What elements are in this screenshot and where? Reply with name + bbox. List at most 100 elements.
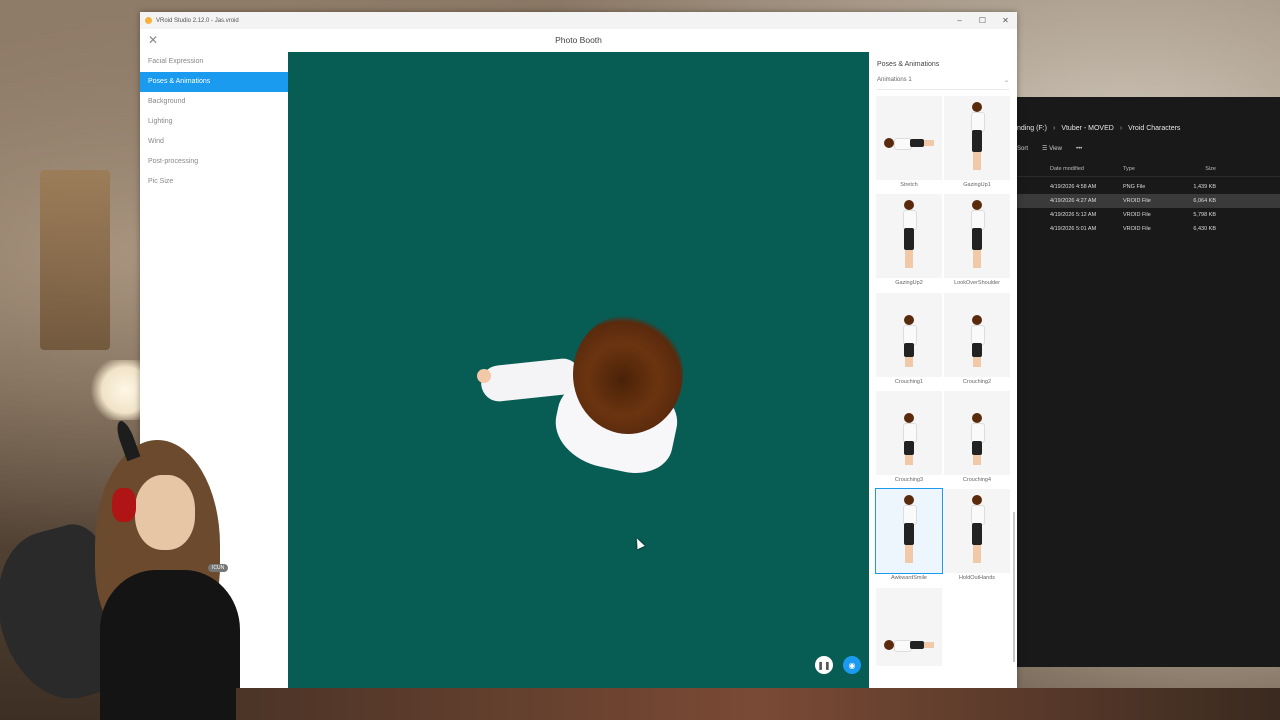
animation-tile-stretch[interactable]: Stretch [876, 96, 942, 188]
pose-figure [901, 413, 917, 465]
panel-scrollbar[interactable] [1013, 512, 1015, 662]
sidebar-item-facial-expression[interactable]: Facial Expression [140, 52, 288, 72]
view-button[interactable]: ☰ View [1042, 145, 1062, 152]
dropdown-value: Animations 1 [877, 77, 912, 83]
vtuber-avatar-overlay: ICUN [0, 418, 240, 720]
column-type[interactable]: Type [1123, 166, 1183, 172]
character-model[interactable] [477, 314, 691, 481]
pose-figure [901, 315, 917, 367]
sidebar-item-post-processing[interactable]: Post-processing [140, 152, 288, 172]
file-size: 1,439 KB [1193, 184, 1216, 190]
animation-label: GazingUp2 [895, 280, 923, 286]
character-hand [477, 369, 491, 383]
avatar-badge: ICUN [208, 564, 229, 572]
file-row[interactable]: 4/19/2026 5:12 AM VROID File 5,798 KB [1017, 208, 1280, 222]
pose-figure [969, 315, 985, 367]
animation-thumbnail [944, 194, 1010, 278]
avatar-headset [112, 488, 136, 522]
animation-thumbnail [944, 391, 1010, 475]
animation-tile-crouching3[interactable]: Crouching3 [876, 391, 942, 483]
explorer-breadcrumb[interactable]: nding (F:) › Vtuber - MOVED › Vroid Char… [1017, 121, 1180, 135]
app-logo-icon [145, 17, 152, 24]
animation-label: LookOverShoulder [954, 280, 1000, 286]
pose-figure [884, 136, 934, 152]
maximize-button[interactable]: ☐ [971, 12, 994, 29]
sidebar-item-poses-animations[interactable]: Poses & Animations [140, 72, 288, 92]
pause-icon: ❚❚ [817, 660, 831, 670]
avatar-body [100, 570, 240, 720]
file-explorer-window[interactable]: nding (F:) › Vtuber - MOVED › Vroid Char… [1017, 97, 1280, 667]
explorer-column-headers: Date modified Type Size [1017, 166, 1280, 177]
title-bar[interactable]: VRoid Studio 2.12.0 - Jas.vroid – ☐ ✕ [140, 12, 1017, 29]
avatar-face [135, 475, 195, 550]
animation-tile[interactable] [876, 588, 942, 668]
camera-icon: ◉ [848, 660, 856, 670]
background-strip [236, 688, 1280, 720]
file-type: VROID File [1123, 198, 1151, 204]
chevron-down-icon: ⌄ [1003, 78, 1009, 84]
sidebar-item-lighting[interactable]: Lighting [140, 112, 288, 132]
file-size: 5,798 KB [1193, 212, 1216, 218]
animation-thumbnail [876, 96, 942, 180]
breadcrumb-drive[interactable]: nding (F:) [1017, 125, 1047, 132]
animation-label: Crouching2 [962, 379, 992, 385]
animation-thumbnail [876, 391, 942, 475]
animation-label: Stretch [900, 182, 918, 188]
animation-thumbnail [876, 588, 942, 666]
pose-figure [969, 495, 985, 565]
3d-viewport[interactable]: ❚❚ ◉ [288, 52, 869, 688]
more-options-button[interactable]: ••• [1076, 146, 1082, 152]
minimize-button[interactable]: – [948, 12, 971, 29]
animation-thumbnail [876, 194, 942, 278]
file-size: 6,430 KB [1193, 226, 1216, 232]
file-row[interactable]: 4/19/2026 4:27 AM VROID File 6,064 KB [1017, 194, 1280, 208]
breadcrumb-folder-vtuber[interactable]: Vtuber - MOVED [1061, 125, 1114, 132]
file-type: VROID File [1123, 226, 1151, 232]
breadcrumb-folder-vroid[interactable]: Vroid Characters [1128, 125, 1180, 132]
column-size[interactable]: Size [1180, 166, 1216, 172]
file-date: 4/19/2026 5:12 AM [1050, 212, 1097, 218]
animation-thumbnail [944, 489, 1010, 573]
file-row[interactable]: 4/19/2026 4:58 AM PNG File 1,439 KB [1017, 180, 1280, 194]
sidebar-item-wind[interactable]: Wind [140, 132, 288, 152]
animation-tile-lookovershoulder[interactable]: LookOverShoulder [944, 194, 1010, 286]
explorer-toolbar: Sort ☰ View ••• [1017, 145, 1082, 153]
animation-tile-holdouthands[interactable]: HoldOutHands [944, 489, 1010, 581]
animation-set-dropdown[interactable]: Animations 1 ⌄ [877, 77, 1009, 90]
animation-label: AwkwardSmile [891, 575, 927, 581]
sort-button[interactable]: Sort [1017, 146, 1028, 152]
view-icon: ☰ [1042, 146, 1050, 152]
view-label: View [1049, 146, 1062, 152]
file-date: 4/19/2026 5:01 AM [1050, 226, 1097, 232]
pose-figure [969, 200, 985, 270]
animation-label: Crouching1 [894, 379, 924, 385]
capture-photo-button[interactable]: ◉ [843, 656, 861, 674]
explorer-file-list: 4/19/2026 4:58 AM PNG File 1,439 KB 4/19… [1017, 180, 1280, 236]
close-window-button[interactable]: ✕ [994, 12, 1017, 29]
file-type: VROID File [1123, 212, 1151, 218]
pose-figure [969, 102, 985, 172]
animation-thumbnail [944, 293, 1010, 377]
animation-tile-gazingup2[interactable]: GazingUp2 [876, 194, 942, 286]
animation-label: GazingUp1 [963, 182, 991, 188]
animation-tile-awkwardsmile[interactable]: AwkwardSmile [875, 488, 943, 581]
sidebar-item-pic-size[interactable]: Pic Size [140, 172, 288, 192]
file-row[interactable]: 4/19/2026 5:01 AM VROID File 6,430 KB [1017, 222, 1280, 236]
animation-tile-crouching4[interactable]: Crouching4 [944, 391, 1010, 483]
file-type: PNG File [1123, 184, 1146, 190]
animation-label: Crouching3 [894, 477, 924, 483]
chevron-right-icon: › [1052, 124, 1056, 132]
sidebar-item-background[interactable]: Background [140, 92, 288, 112]
vroid-studio-window: VRoid Studio 2.12.0 - Jas.vroid – ☐ ✕ ✕ … [140, 12, 1017, 688]
window-title: VRoid Studio 2.12.0 - Jas.vroid [156, 17, 239, 24]
character-hair [573, 314, 683, 434]
pause-button[interactable]: ❚❚ [815, 656, 833, 674]
animation-label: Crouching4 [962, 477, 992, 483]
animation-tile-crouching2[interactable]: Crouching2 [944, 293, 1010, 385]
animation-tile-crouching1[interactable]: Crouching1 [876, 293, 942, 385]
avatar-horn [113, 418, 141, 462]
mouse-cursor-icon [633, 536, 645, 550]
animation-tile-gazingup1[interactable]: GazingUp1 [944, 96, 1010, 188]
column-date-modified[interactable]: Date modified [1050, 166, 1125, 172]
pose-figure [901, 495, 917, 565]
